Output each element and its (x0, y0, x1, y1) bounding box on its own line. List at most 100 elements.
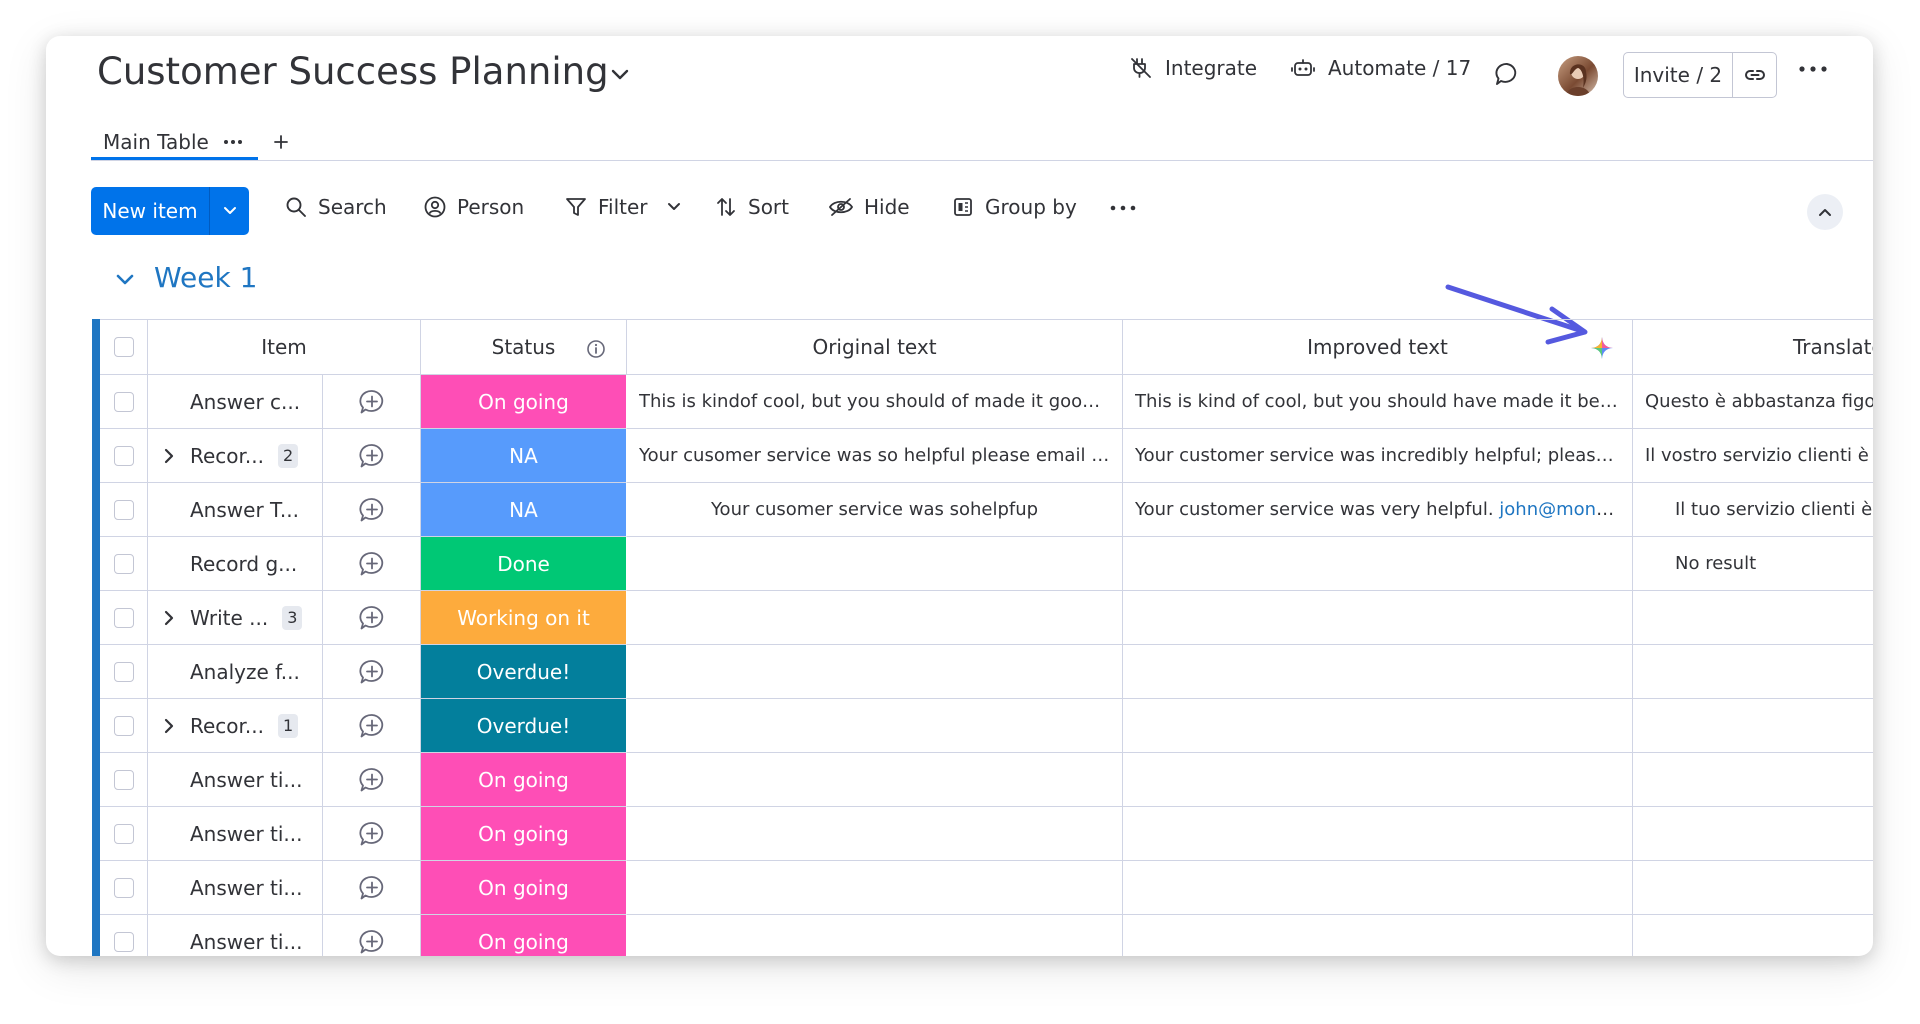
add-update-icon[interactable] (358, 820, 386, 848)
add-update-icon[interactable] (358, 388, 386, 416)
item-cell[interactable]: Write ... 3 (148, 591, 323, 645)
row-checkbox[interactable] (113, 823, 134, 844)
item-cell[interactable]: Analyze f... (148, 645, 323, 699)
item-name[interactable]: Answer ti... (190, 876, 303, 900)
item-name[interactable]: Answer T... (190, 498, 299, 522)
row-checkbox[interactable] (113, 607, 134, 628)
improved-text-cell[interactable] (1123, 591, 1633, 645)
group-by-button[interactable]: Group by (951, 195, 1077, 219)
original-text-cell[interactable] (627, 591, 1123, 645)
more-dots-icon[interactable] (1110, 204, 1136, 212)
original-text-cell[interactable] (627, 807, 1123, 861)
add-update-icon[interactable] (358, 442, 386, 470)
row-checkbox[interactable] (113, 715, 134, 736)
updates-cell[interactable] (323, 861, 421, 915)
new-item-button[interactable]: New item (91, 187, 210, 235)
select-all-checkbox[interactable] (113, 337, 134, 357)
sort-button[interactable]: Sort (714, 195, 789, 219)
translate-cell[interactable] (1633, 591, 1873, 645)
improved-text-cell[interactable]: Your customer service was very helpful. … (1123, 483, 1633, 537)
status-cell[interactable]: On going (421, 753, 627, 807)
updates-cell[interactable] (323, 915, 421, 956)
add-update-icon[interactable] (358, 874, 386, 902)
translate-cell[interactable] (1633, 861, 1873, 915)
translate-cell[interactable] (1633, 753, 1873, 807)
expand-chevron-icon[interactable] (161, 447, 177, 465)
person-filter-button[interactable]: Person (423, 195, 524, 219)
item-name[interactable]: Analyze f... (190, 660, 300, 684)
item-name[interactable]: Answer ti... (190, 822, 303, 846)
updates-cell[interactable] (323, 699, 421, 753)
item-name[interactable]: Recor... (190, 444, 264, 468)
collapse-header-button[interactable] (1807, 194, 1843, 230)
translate-cell[interactable]: Il vostro servizio clienti è s (1633, 429, 1873, 483)
original-text-cell[interactable] (627, 915, 1123, 956)
improved-text-cell[interactable] (1123, 861, 1633, 915)
add-update-icon[interactable] (358, 550, 386, 578)
column-header-improved-text[interactable]: Improved text (1123, 319, 1633, 375)
updates-cell[interactable] (323, 537, 421, 591)
updates-cell[interactable] (323, 429, 421, 483)
subitems-count-badge[interactable]: 3 (282, 605, 303, 630)
ai-sparkle-icon[interactable] (1590, 336, 1614, 360)
updates-cell[interactable] (323, 591, 421, 645)
add-update-icon[interactable] (358, 658, 386, 686)
original-text-cell[interactable]: Your cusomer service was sohelpfup (627, 483, 1123, 537)
improved-text-cell[interactable] (1123, 807, 1633, 861)
add-update-icon[interactable] (358, 712, 386, 740)
improved-text-cell[interactable] (1123, 699, 1633, 753)
improved-text-cell[interactable]: This is kind of cool, but you should hav… (1123, 375, 1633, 429)
expand-chevron-icon[interactable] (161, 609, 177, 627)
add-update-icon[interactable] (358, 928, 386, 956)
translate-cell[interactable] (1633, 807, 1873, 861)
item-name[interactable]: Recor... (190, 714, 264, 738)
original-text-cell[interactable] (627, 645, 1123, 699)
item-cell[interactable]: Answer ti... (148, 807, 323, 861)
column-header-status[interactable]: Status (421, 319, 627, 375)
item-cell[interactable]: Answer T... (148, 483, 323, 537)
row-checkbox[interactable] (113, 553, 134, 574)
original-text-cell[interactable] (627, 699, 1123, 753)
chevron-down-icon[interactable] (114, 272, 136, 288)
row-checkbox[interactable] (113, 391, 134, 412)
translate-cell[interactable]: Il tuo servizio clienti è s (1633, 483, 1873, 537)
board-title[interactable]: Customer Success Planning (97, 50, 609, 93)
status-cell[interactable]: On going (421, 807, 627, 861)
original-text-cell[interactable]: Your cusomer service was so helpful plea… (627, 429, 1123, 483)
updates-cell[interactable] (323, 375, 421, 429)
original-text-cell[interactable]: This is kindof cool, but you should of m… (627, 375, 1123, 429)
improved-text-cell[interactable] (1123, 645, 1633, 699)
add-update-icon[interactable] (358, 766, 386, 794)
plus-icon[interactable] (272, 133, 290, 151)
column-header-translate[interactable]: Translate (1633, 319, 1873, 375)
status-cell[interactable]: Overdue! (421, 699, 627, 753)
translate-cell[interactable] (1633, 645, 1873, 699)
group-title[interactable]: Week 1 (154, 261, 257, 294)
improved-text-cell[interactable] (1123, 915, 1633, 956)
improved-text-cell[interactable] (1123, 537, 1633, 591)
email-link[interactable]: john@mond... (1499, 499, 1620, 520)
chevron-down-icon[interactable] (666, 201, 682, 213)
filter-button[interactable]: Filter (564, 195, 682, 219)
subitems-count-badge[interactable]: 2 (278, 443, 299, 468)
tab-options-icon[interactable] (223, 139, 243, 145)
row-checkbox[interactable] (113, 661, 134, 682)
expand-subitems[interactable] (148, 609, 190, 627)
row-checkbox[interactable] (113, 769, 134, 790)
integrate-button[interactable]: Integrate (1129, 56, 1257, 80)
row-checkbox[interactable] (113, 499, 134, 520)
translate-cell[interactable] (1633, 699, 1873, 753)
status-cell[interactable]: On going (421, 915, 627, 956)
invite-button[interactable]: Invite / 2 (1624, 53, 1733, 97)
translate-cell[interactable]: No result (1633, 537, 1873, 591)
item-name[interactable]: Write ... (190, 606, 268, 630)
new-item-dropdown[interactable] (210, 187, 249, 235)
item-name[interactable]: Record g... (190, 552, 297, 576)
item-name[interactable]: Answer c... (190, 390, 300, 414)
translate-cell[interactable]: Questo è abbastanza figo, (1633, 375, 1873, 429)
chat-bubble-icon[interactable] (1493, 60, 1521, 88)
status-cell[interactable]: Overdue! (421, 645, 627, 699)
item-cell[interactable]: Answer c... (148, 375, 323, 429)
item-cell[interactable]: Recor... 1 (148, 699, 323, 753)
expand-chevron-icon[interactable] (161, 717, 177, 735)
